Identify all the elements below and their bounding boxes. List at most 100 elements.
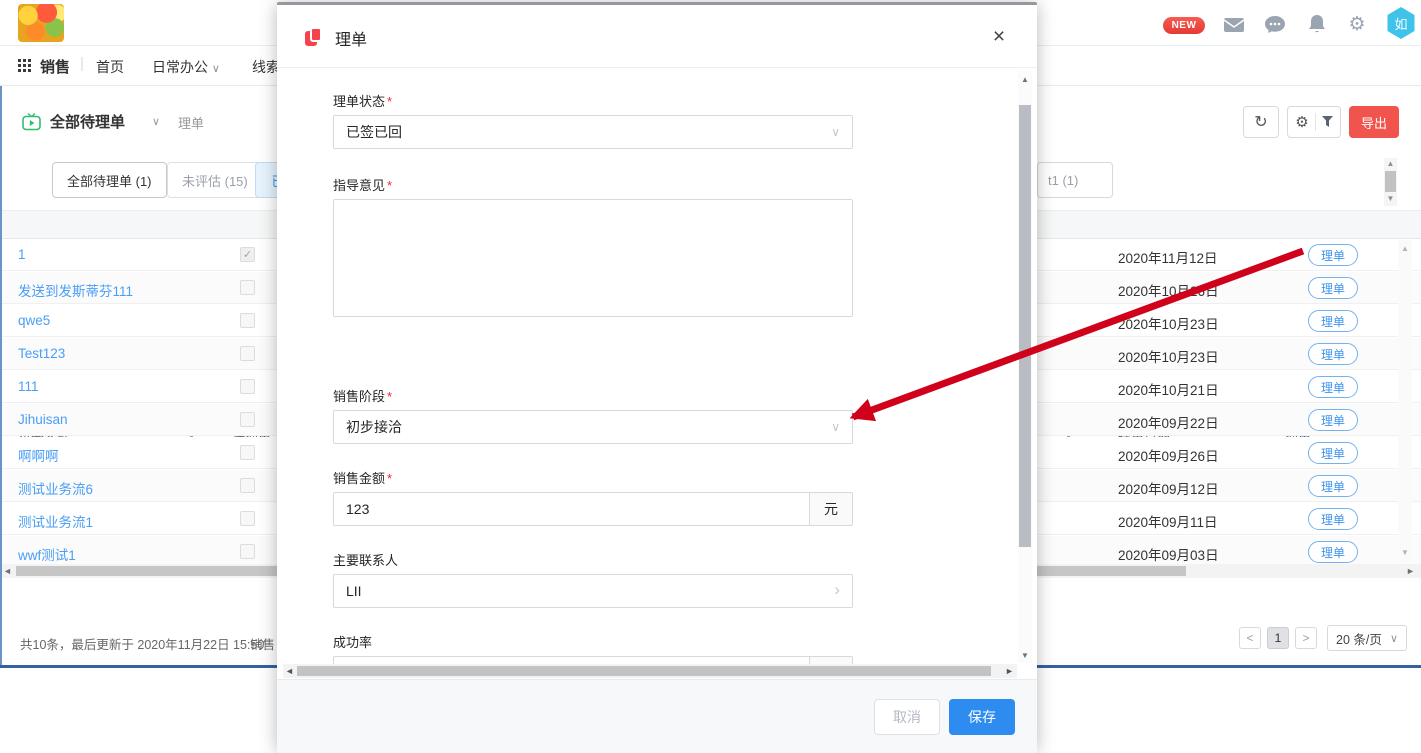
tab-not-evaluated[interactable]: 未评估 (15)	[167, 162, 263, 198]
order-icon	[305, 27, 325, 47]
process-order-button[interactable]: 理单	[1308, 508, 1358, 530]
avatar[interactable]: 如	[1386, 7, 1416, 39]
checkbox[interactable]	[240, 280, 255, 295]
scroll-up-icon[interactable]: ▲	[1384, 158, 1397, 170]
nav-item-leads[interactable]: 线索	[252, 57, 280, 77]
cancel-button[interactable]: 取消	[874, 699, 940, 735]
save-button[interactable]: 保存	[949, 699, 1015, 735]
tab-fragment-right[interactable]: t1 (1)	[1037, 162, 1113, 198]
amount-input[interactable]	[333, 492, 809, 526]
scroll-left-icon[interactable]: ◄	[3, 566, 12, 576]
opportunity-link[interactable]: 111	[18, 379, 39, 394]
prev-page-button[interactable]: <	[1239, 627, 1261, 649]
checkbox[interactable]	[240, 412, 255, 427]
opportunity-link[interactable]: Test123	[18, 346, 65, 361]
scroll-down-icon[interactable]: ▼	[1398, 548, 1412, 557]
amount-unit: 元	[809, 492, 853, 526]
success-rate-input[interactable]	[333, 656, 809, 664]
field-label-status: 理单状态*	[333, 91, 1017, 107]
close-date: 2020年10月21日	[1118, 379, 1219, 399]
opportunity-link[interactable]: wwf测试1	[18, 544, 76, 564]
page-size-select[interactable]: 20 条/页 ∨	[1327, 625, 1407, 651]
filter-icon[interactable]	[1322, 115, 1333, 130]
tabs-scrollbar[interactable]: ▲ ▼	[1384, 158, 1397, 206]
opportunity-link[interactable]: Jihuisan	[18, 412, 68, 427]
bell-icon[interactable]	[1305, 13, 1329, 35]
opportunity-link[interactable]: 1	[18, 247, 26, 262]
mail-icon[interactable]	[1222, 13, 1246, 35]
scroll-left-icon[interactable]: ◄	[285, 666, 294, 676]
checkbox[interactable]	[240, 346, 255, 361]
view-name[interactable]: 全部待理单	[50, 111, 125, 132]
guidance-textarea[interactable]	[333, 199, 853, 317]
process-order-button[interactable]: 理单	[1308, 376, 1358, 398]
scroll-right-icon[interactable]: ►	[1406, 566, 1415, 576]
close-icon[interactable]: ×	[985, 23, 1013, 51]
module-name[interactable]: 销售	[40, 56, 70, 77]
process-order-button[interactable]: 理单	[1308, 475, 1358, 497]
contact-lookup[interactable]: LII ›	[333, 574, 853, 608]
settings-filter-button-group[interactable]: ⚙	[1287, 106, 1341, 138]
process-order-button[interactable]: 理单	[1308, 541, 1358, 563]
scroll-right-icon[interactable]: ►	[1005, 666, 1014, 676]
opportunity-link[interactable]: 啊啊啊	[18, 445, 59, 465]
app-logo[interactable]	[18, 4, 64, 42]
status-select[interactable]: 已签已回 ∨	[333, 115, 853, 149]
scroll-down-icon[interactable]: ▼	[1018, 651, 1032, 660]
opportunity-link[interactable]: qwe5	[18, 313, 50, 328]
checkbox[interactable]	[240, 379, 255, 394]
settings-gear-icon[interactable]: ⚙	[1345, 13, 1369, 35]
scrollbar-thumb[interactable]	[1385, 171, 1396, 192]
refresh-button[interactable]: ↻	[1243, 106, 1279, 138]
next-page-button[interactable]: >	[1295, 627, 1317, 649]
success-rate-unit: %	[809, 656, 853, 664]
table-vertical-scrollbar[interactable]: ▲ ▼	[1398, 240, 1412, 562]
chat-icon[interactable]	[1263, 13, 1287, 35]
modal-horizontal-scrollbar[interactable]: ◄ ►	[283, 664, 1017, 678]
process-order-button[interactable]: 理单	[1308, 310, 1358, 332]
checkbox[interactable]	[240, 478, 255, 493]
scroll-up-icon[interactable]: ▲	[1398, 244, 1412, 253]
checkbox[interactable]	[240, 544, 255, 559]
opportunity-link[interactable]: 发送到发斯蒂芬111	[18, 280, 133, 300]
scroll-up-icon[interactable]: ▲	[1018, 75, 1032, 84]
opportunity-link[interactable]: 测试业务流1	[18, 511, 93, 531]
close-date: 2020年09月12日	[1118, 478, 1219, 498]
stage-select[interactable]: 初步接洽 ∨	[333, 410, 853, 444]
opportunity-link[interactable]: 测试业务流6	[18, 478, 93, 498]
process-order-button[interactable]: 理单	[1308, 343, 1358, 365]
nav-item-home[interactable]: 首页	[96, 57, 124, 77]
current-page[interactable]: 1	[1267, 627, 1289, 649]
nav-item-daily-work[interactable]: 日常办公 ∨	[152, 57, 220, 77]
checkbox[interactable]	[240, 511, 255, 526]
order-processing-modal: 理单 × 理单状态* 已签已回 ∨ 指导意见* 销售阶段* 初步接洽 ∨ 销售金…	[277, 2, 1037, 750]
checkbox-checked[interactable]: ✓	[240, 247, 255, 262]
checkbox[interactable]	[240, 313, 255, 328]
field-label-contact: 主要联系人	[333, 550, 1017, 566]
chevron-down-icon: ∨	[831, 411, 840, 443]
checkbox[interactable]	[240, 445, 255, 460]
export-button[interactable]: 导出	[1349, 106, 1399, 138]
scroll-down-icon[interactable]: ▼	[1384, 193, 1397, 205]
process-order-button[interactable]: 理单	[1308, 442, 1358, 464]
process-order-button[interactable]: 理单	[1308, 244, 1358, 266]
apps-grid-icon[interactable]	[18, 59, 31, 75]
refresh-icon: ↻	[1254, 112, 1267, 132]
field-label-stage: 销售阶段*	[333, 386, 1017, 402]
tab-all-pending[interactable]: 全部待理单 (1)	[52, 162, 167, 198]
process-order-button[interactable]: 理单	[1308, 409, 1358, 431]
chevron-down-icon: ∨	[1390, 632, 1398, 645]
chevron-down-icon[interactable]: ∨	[152, 115, 160, 128]
chevron-down-icon: ∨	[831, 116, 840, 148]
modal-vertical-scrollbar[interactable]: ▲ ▼	[1018, 71, 1032, 663]
page-label: 理单	[178, 113, 204, 132]
scrollbar-thumb[interactable]	[1019, 105, 1031, 547]
scrollbar-thumb[interactable]	[297, 666, 991, 676]
close-date: 2020年09月26日	[1118, 445, 1219, 465]
chevron-down-icon: ∨	[212, 63, 220, 75]
modal-title: 理单	[335, 26, 367, 50]
gear-icon[interactable]: ⚙	[1295, 113, 1308, 131]
field-label-guidance: 指导意见*	[333, 175, 1017, 191]
process-order-button[interactable]: 理单	[1308, 277, 1358, 299]
new-badge: NEW	[1163, 17, 1205, 34]
